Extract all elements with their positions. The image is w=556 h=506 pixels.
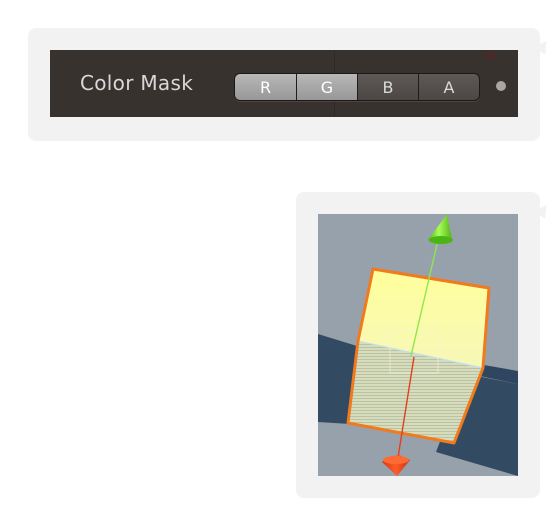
channel-b-toggle[interactable]: B [357, 74, 418, 100]
channel-g-toggle[interactable]: G [296, 74, 357, 100]
color-mask-panel: Color Mask R G B A [50, 50, 518, 117]
scene-graphic [318, 214, 518, 476]
channel-toggle-group: R G B A [234, 73, 480, 101]
channel-a-toggle[interactable]: A [418, 74, 479, 100]
panel-mark [484, 50, 496, 60]
color-mask-label: Color Mask [80, 71, 194, 95]
red-cone-top [383, 456, 409, 464]
circle-indicator-icon [496, 81, 506, 91]
green-cone-base [429, 236, 453, 244]
channel-r-toggle[interactable]: R [235, 74, 296, 100]
scene-viewport[interactable] [318, 214, 518, 476]
